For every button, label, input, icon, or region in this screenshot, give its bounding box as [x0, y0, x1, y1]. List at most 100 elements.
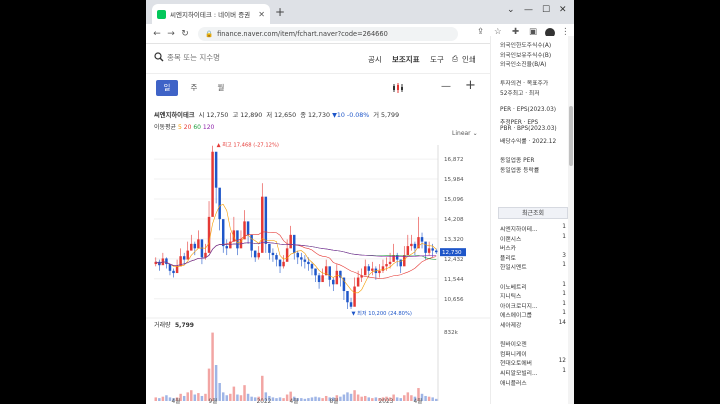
recent-item[interactable]: 애니플러스 [500, 378, 566, 387]
volume-bar [229, 393, 232, 401]
candle-body [385, 264, 388, 267]
stat-line: 외국인한도주식수(A) [500, 43, 552, 49]
recent-item-name: 씨엔지하이테... [500, 227, 538, 233]
recent-item-name: 한일시멘트 [500, 265, 527, 272]
current-price-label: 12,730 [442, 250, 462, 256]
period-day[interactable]: 일 [156, 80, 178, 96]
volume-bar [207, 368, 211, 401]
volume-bar [395, 397, 399, 401]
announce-link[interactable]: 공시 [368, 54, 382, 65]
y-tick-label: 10,656 [444, 297, 464, 303]
candle-body [257, 252, 260, 258]
volume-bar [406, 392, 410, 401]
candle-body [310, 264, 314, 269]
candle-body [424, 241, 427, 253]
url-text: finance.naver.com/item/fchart.naver?code… [217, 30, 388, 38]
tools-link[interactable]: 도구 [430, 54, 444, 65]
new-tab-icon[interactable]: + [275, 5, 285, 19]
recent-item-count: 1 [562, 310, 566, 317]
zoom-in-icon[interactable]: + [465, 78, 476, 93]
minimize-icon[interactable]: — [524, 5, 533, 15]
indicators-link[interactable]: 보조지표 [392, 54, 420, 65]
candle-body [289, 234, 292, 249]
volume-bar [410, 395, 413, 401]
candle-type-icon[interactable] [392, 82, 406, 94]
close-value: 12,730 [308, 112, 331, 119]
moving-average-row: 이동평균 5 20 60 120 [154, 122, 214, 131]
candle-body [193, 243, 197, 249]
back-icon[interactable]: ← [150, 29, 164, 39]
y-tick-label: 16,872 [444, 157, 464, 163]
recent-item-count: 1 [562, 300, 566, 307]
period-month[interactable]: 월 [210, 80, 232, 96]
volume-bar [197, 393, 200, 401]
volume-bar [200, 395, 204, 401]
maximize-icon[interactable]: ☐ [542, 5, 550, 15]
recent-item[interactable]: 이노베트리 1 [500, 282, 566, 291]
recent-item[interactable]: 씨티알모빌리... 1 [500, 368, 566, 377]
recent-item-name: 씨티알모빌리... [500, 371, 538, 377]
search-icon[interactable] [154, 52, 164, 62]
right-scrollbar[interactable] [568, 36, 574, 404]
price-chart[interactable]: 10,656 11,544 12,432 13,320 14,208 15,096 15,9… [146, 139, 490, 404]
recent-item-name: 에스에이그룹 [500, 313, 532, 320]
y-tick-label: 14,208 [444, 217, 464, 223]
address-bar[interactable]: 🔒 finance.naver.com/item/fchart.naver?co… [198, 27, 458, 41]
chart-search-row: 공시 보조지표 도구 ⎙ 인쇄 [146, 44, 490, 74]
recent-item[interactable]: 이랜시스 1 [500, 234, 566, 243]
volume-bar [339, 396, 342, 401]
reload-icon[interactable]: ↻ [178, 29, 192, 39]
candle-body [232, 230, 236, 242]
share-icon[interactable]: ⇪ [477, 27, 484, 37]
stock-name: 씨엔지하이테크 [154, 112, 195, 119]
x-tick-label: 8월 [329, 397, 338, 404]
lock-icon: 🔒 [205, 30, 214, 38]
volume-bar [204, 393, 207, 401]
volume-bar [211, 332, 214, 401]
recent-item[interactable]: 세아제강 14 [500, 320, 566, 329]
chart-pane: 공시 보조지표 도구 ⎙ 인쇄 일 주 월 — + 씨엔지하이테크 시 12,7… [146, 44, 490, 404]
candle-body [211, 151, 214, 217]
recent-item[interactable]: 한일시멘트 1 [500, 262, 566, 271]
low-annotation: ▼ 최저 10,200 (24.80%) [351, 309, 411, 317]
volume-bar [356, 394, 360, 401]
recent-item[interactable]: 현대오토에버 12 [500, 358, 566, 367]
volume-bar [399, 398, 402, 401]
recent-viewed-header[interactable]: 최근조회 [498, 207, 568, 219]
volume-bar [158, 398, 161, 401]
volume-bar [161, 396, 165, 401]
forward-icon[interactable]: → [164, 29, 178, 39]
recent-item[interactable]: 아이크로디지... 1 [500, 301, 566, 310]
candle-body [431, 248, 434, 251]
tab-close-icon[interactable]: ✕ [258, 10, 265, 19]
recent-item[interactable]: 지니틱스 1 [500, 291, 566, 300]
volume-bar [342, 394, 346, 401]
period-week[interactable]: 주 [183, 80, 205, 96]
recent-item[interactable]: 컴퍼니케이 [500, 349, 566, 358]
volume-bar [424, 395, 427, 401]
recent-item[interactable]: 원바이오젠 [500, 339, 566, 348]
scrollbar-thumb[interactable] [569, 106, 573, 166]
scale-select[interactable]: Linear ⌄ [452, 130, 478, 137]
printer-icon[interactable]: ⎙ [452, 54, 458, 64]
ma-20: 20 [183, 124, 192, 131]
recent-item-count: 1 [562, 368, 566, 374]
recent-item[interactable]: 버스카 [500, 243, 566, 252]
stock-search-input[interactable] [167, 53, 307, 62]
print-link[interactable]: 인쇄 [462, 54, 476, 65]
naver-favicon-icon [157, 9, 166, 19]
high-annotation: ▲ 최고 17,468 (-27.12%) [217, 141, 279, 149]
recent-item[interactable]: 씨엔지하이테... 1 [500, 224, 566, 233]
volume-bar [374, 397, 378, 401]
browser-tab[interactable]: 씨엔지하이테크 : 네이버 증권 ✕ [152, 4, 270, 24]
recent-item[interactable]: 플리토 3 [500, 253, 566, 262]
candle-body [434, 250, 438, 253]
scale-mode: Linear [452, 130, 471, 137]
recent-item[interactable]: 에스에이그룹 1 [500, 310, 566, 319]
candle-body [420, 237, 424, 242]
candle-body [307, 261, 310, 265]
tab-search-icon[interactable]: ⌄ [507, 5, 515, 15]
zoom-out-icon[interactable]: — [441, 81, 451, 92]
close-window-icon[interactable]: ✕ [559, 5, 567, 15]
recent-item-name: 플리토 [500, 255, 516, 262]
